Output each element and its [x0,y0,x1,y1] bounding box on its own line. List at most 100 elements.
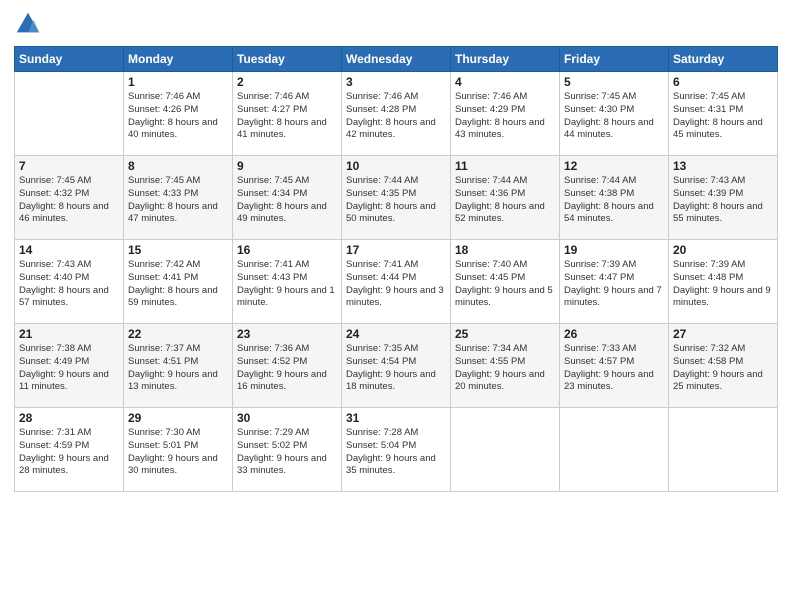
day-info: Sunrise: 7:43 AMSunset: 4:39 PMDaylight:… [673,175,773,226]
day-info: Sunrise: 7:28 AMSunset: 5:04 PMDaylight:… [346,427,446,478]
calendar-cell: 12 Sunrise: 7:44 AMSunset: 4:38 PMDayligh… [560,156,669,240]
day-info: Sunrise: 7:39 AMSunset: 4:48 PMDaylight:… [673,259,773,310]
calendar-cell [15,72,124,156]
day-info: Sunrise: 7:43 AMSunset: 4:40 PMDaylight:… [19,259,119,310]
day-info: Sunrise: 7:44 AMSunset: 4:35 PMDaylight:… [346,175,446,226]
day-number: 7 [19,159,119,173]
calendar-cell: 23 Sunrise: 7:36 AMSunset: 4:52 PMDayligh… [233,324,342,408]
calendar-cell: 6Sunrise: 7:45 AMSunset: 4:31 PMDaylight… [669,72,778,156]
day-info: Sunrise: 7:46 AMSunset: 4:27 PMDaylight:… [237,91,337,142]
day-info: Sunrise: 7:45 AMSunset: 4:30 PMDaylight:… [564,91,664,142]
col-header-wednesday: Wednesday [342,47,451,72]
calendar-page: SundayMondayTuesdayWednesdayThursdayFrid… [0,0,792,612]
day-number: 2 [237,75,337,89]
calendar-cell: 25 Sunrise: 7:34 AMSunset: 4:55 PMDayligh… [451,324,560,408]
day-number: 27 [673,327,773,341]
day-info: Sunrise: 7:46 AMSunset: 4:29 PMDaylight:… [455,91,555,142]
col-header-monday: Monday [124,47,233,72]
day-number: 25 [455,327,555,341]
day-info: Sunrise: 7:41 AMSunset: 4:44 PMDaylight:… [346,259,446,310]
col-header-friday: Friday [560,47,669,72]
day-number: 31 [346,411,446,425]
day-number: 23 [237,327,337,341]
day-info: Sunrise: 7:34 AMSunset: 4:55 PMDaylight:… [455,343,555,394]
day-number: 24 [346,327,446,341]
day-number: 17 [346,243,446,257]
calendar-cell: 19 Sunrise: 7:39 AMSunset: 4:47 PMDayligh… [560,240,669,324]
day-info: Sunrise: 7:33 AMSunset: 4:57 PMDaylight:… [564,343,664,394]
day-number: 5 [564,75,664,89]
calendar-cell: 20 Sunrise: 7:39 AMSunset: 4:48 PMDayligh… [669,240,778,324]
day-number: 16 [237,243,337,257]
calendar-cell: 2 Sunrise: 7:46 AMSunset: 4:27 PMDaylight… [233,72,342,156]
logo [14,10,46,38]
calendar-cell: 1 Sunrise: 7:46 AMSunset: 4:26 PMDaylight… [124,72,233,156]
day-info: Sunrise: 7:44 AMSunset: 4:38 PMDaylight:… [564,175,664,226]
day-number: 11 [455,159,555,173]
calendar-cell: 3 Sunrise: 7:46 AMSunset: 4:28 PMDaylight… [342,72,451,156]
day-info: Sunrise: 7:45 AMSunset: 4:31 PMDaylight:… [673,91,773,142]
day-info: Sunrise: 7:31 AMSunset: 4:59 PMDaylight:… [19,427,119,478]
calendar-cell: 13 Sunrise: 7:43 AMSunset: 4:39 PMDayligh… [669,156,778,240]
day-info: Sunrise: 7:29 AMSunset: 5:02 PMDaylight:… [237,427,337,478]
calendar-cell [451,408,560,492]
day-number: 14 [19,243,119,257]
day-info: Sunrise: 7:41 AMSunset: 4:43 PMDaylight:… [237,259,337,310]
day-info: Sunrise: 7:46 AMSunset: 4:26 PMDaylight:… [128,91,228,142]
day-info: Sunrise: 7:40 AMSunset: 4:45 PMDaylight:… [455,259,555,310]
day-number: 3 [346,75,446,89]
day-number: 9 [237,159,337,173]
day-info: Sunrise: 7:45 AMSunset: 4:32 PMDaylight:… [19,175,119,226]
col-header-tuesday: Tuesday [233,47,342,72]
calendar-cell: 4 Sunrise: 7:46 AMSunset: 4:29 PMDaylight… [451,72,560,156]
calendar-cell: 10 Sunrise: 7:44 AMSunset: 4:35 PMDayligh… [342,156,451,240]
day-number: 4 [455,75,555,89]
calendar-cell: 8 Sunrise: 7:45 AMSunset: 4:33 PMDaylight… [124,156,233,240]
day-number: 10 [346,159,446,173]
week-row-4: 21 Sunrise: 7:38 AMSunset: 4:49 PMDayligh… [15,324,778,408]
day-info: Sunrise: 7:30 AMSunset: 5:01 PMDaylight:… [128,427,228,478]
day-number: 8 [128,159,228,173]
calendar-cell [560,408,669,492]
day-number: 12 [564,159,664,173]
day-number: 22 [128,327,228,341]
day-info: Sunrise: 7:32 AMSunset: 4:58 PMDaylight:… [673,343,773,394]
day-info: Sunrise: 7:38 AMSunset: 4:49 PMDaylight:… [19,343,119,394]
day-info: Sunrise: 7:39 AMSunset: 4:47 PMDaylight:… [564,259,664,310]
day-number: 26 [564,327,664,341]
week-row-5: 28 Sunrise: 7:31 AMSunset: 4:59 PMDayligh… [15,408,778,492]
day-info: Sunrise: 7:35 AMSunset: 4:54 PMDaylight:… [346,343,446,394]
day-info: Sunrise: 7:44 AMSunset: 4:36 PMDaylight:… [455,175,555,226]
calendar-cell: 7 Sunrise: 7:45 AMSunset: 4:32 PMDaylight… [15,156,124,240]
calendar-cell: 24 Sunrise: 7:35 AMSunset: 4:54 PMDayligh… [342,324,451,408]
calendar-cell: 17 Sunrise: 7:41 AMSunset: 4:44 PMDayligh… [342,240,451,324]
calendar-cell: 18Sunrise: 7:40 AMSunset: 4:45 PMDayligh… [451,240,560,324]
day-number: 28 [19,411,119,425]
week-row-1: 1 Sunrise: 7:46 AMSunset: 4:26 PMDaylight… [15,72,778,156]
col-header-sunday: Sunday [15,47,124,72]
day-number: 20 [673,243,773,257]
calendar-cell: 29Sunrise: 7:30 AMSunset: 5:01 PMDayligh… [124,408,233,492]
day-info: Sunrise: 7:46 AMSunset: 4:28 PMDaylight:… [346,91,446,142]
day-number: 21 [19,327,119,341]
day-number: 1 [128,75,228,89]
calendar-cell: 21 Sunrise: 7:38 AMSunset: 4:49 PMDayligh… [15,324,124,408]
day-info: Sunrise: 7:45 AMSunset: 4:34 PMDaylight:… [237,175,337,226]
calendar-cell: 31 Sunrise: 7:28 AMSunset: 5:04 PMDayligh… [342,408,451,492]
day-number: 30 [237,411,337,425]
week-row-2: 7 Sunrise: 7:45 AMSunset: 4:32 PMDaylight… [15,156,778,240]
day-number: 19 [564,243,664,257]
day-number: 13 [673,159,773,173]
col-header-thursday: Thursday [451,47,560,72]
day-info: Sunrise: 7:45 AMSunset: 4:33 PMDaylight:… [128,175,228,226]
calendar-cell: 22Sunrise: 7:37 AMSunset: 4:51 PMDayligh… [124,324,233,408]
calendar-cell [669,408,778,492]
logo-icon [14,10,42,38]
calendar-cell: 9 Sunrise: 7:45 AMSunset: 4:34 PMDaylight… [233,156,342,240]
day-info: Sunrise: 7:36 AMSunset: 4:52 PMDaylight:… [237,343,337,394]
calendar-cell: 27 Sunrise: 7:32 AMSunset: 4:58 PMDayligh… [669,324,778,408]
calendar-cell: 15 Sunrise: 7:42 AMSunset: 4:41 PMDayligh… [124,240,233,324]
day-info: Sunrise: 7:42 AMSunset: 4:41 PMDaylight:… [128,259,228,310]
day-number: 15 [128,243,228,257]
header [14,10,778,38]
